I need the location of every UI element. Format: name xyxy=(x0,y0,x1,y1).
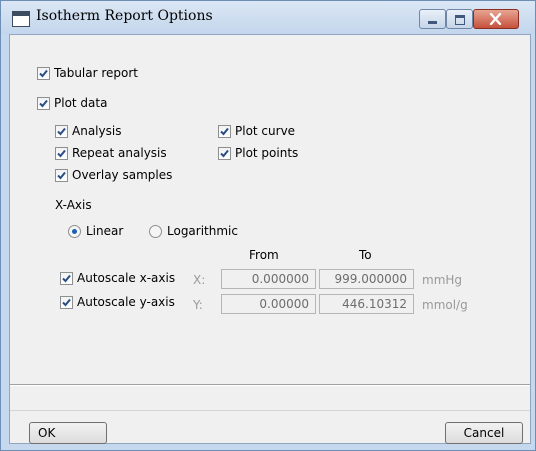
checkbox-box xyxy=(60,295,73,309)
divider xyxy=(10,385,530,386)
logarithmic-radio[interactable]: Logarithmic xyxy=(149,224,238,238)
autoscale-y-checkbox[interactable]: Autoscale y-axis xyxy=(60,295,175,309)
x-unit-label: mmHg xyxy=(422,273,463,287)
options-panel: Tabular report Plot data Analysis Repeat… xyxy=(10,35,530,384)
cancel-button-label: Cancel xyxy=(463,426,505,440)
autoscale-y-label: Autoscale y-axis xyxy=(77,295,175,309)
autoscale-x-label: Autoscale x-axis xyxy=(77,271,176,285)
linear-label: Linear xyxy=(86,224,124,238)
plot-points-label: Plot points xyxy=(235,146,299,160)
to-column-header: To xyxy=(359,248,372,262)
plot-curve-label: Plot curve xyxy=(235,124,296,138)
x-axis-letter: X: xyxy=(193,273,206,287)
ok-button[interactable]: OK xyxy=(29,422,107,444)
checkbox-box xyxy=(37,96,50,110)
cancel-button[interactable]: Cancel xyxy=(445,422,523,444)
analysis-label: Analysis xyxy=(72,124,122,138)
checkbox-box xyxy=(218,124,231,138)
dialog-window: Isotherm Report Options Tabular report P… xyxy=(0,0,536,451)
autoscale-x-checkbox[interactable]: Autoscale x-axis xyxy=(60,271,175,285)
analysis-checkbox[interactable]: Analysis xyxy=(55,124,121,138)
title-bar[interactable]: Isotherm Report Options xyxy=(1,1,535,34)
y-axis-letter: Y: xyxy=(193,298,203,312)
y-unit-label: mmol/g xyxy=(422,298,468,312)
close-icon xyxy=(489,13,502,25)
tabular-report-label: Tabular report xyxy=(54,66,139,80)
plot-points-checkbox[interactable]: Plot points xyxy=(218,146,298,160)
divider xyxy=(10,410,530,411)
checkbox-box xyxy=(55,146,68,160)
plot-data-checkbox[interactable]: Plot data xyxy=(37,96,107,110)
repeat-analysis-checkbox[interactable]: Repeat analysis xyxy=(55,146,167,160)
checkbox-box xyxy=(55,124,68,138)
overlay-samples-checkbox[interactable]: Overlay samples xyxy=(55,168,172,182)
radio-selected-indicator xyxy=(68,224,81,238)
dialog-body: Tabular report Plot data Analysis Repeat… xyxy=(9,34,531,444)
radio-indicator xyxy=(149,224,162,238)
linear-radio[interactable]: Linear xyxy=(68,224,123,238)
repeat-analysis-label: Repeat analysis xyxy=(72,146,167,160)
plot-curve-checkbox[interactable]: Plot curve xyxy=(218,124,295,138)
minimize-button[interactable] xyxy=(419,9,446,29)
overlay-samples-label: Overlay samples xyxy=(72,168,173,182)
x-from-field[interactable]: 0.000000 xyxy=(221,269,316,289)
y-to-field[interactable]: 446.10312 xyxy=(319,294,414,314)
minimize-icon xyxy=(428,21,437,24)
plot-data-label: Plot data xyxy=(54,96,108,110)
tabular-report-checkbox[interactable]: Tabular report xyxy=(37,66,138,80)
from-column-header: From xyxy=(249,248,279,262)
app-window-icon xyxy=(12,11,30,27)
x-axis-heading: X-Axis xyxy=(55,198,92,212)
maximize-button[interactable] xyxy=(446,9,473,29)
x-to-field[interactable]: 999.000000 xyxy=(319,269,414,289)
ok-button-label: OK xyxy=(38,426,56,440)
checkbox-box xyxy=(55,168,68,182)
logarithmic-label: Logarithmic xyxy=(167,224,238,238)
checkbox-box xyxy=(60,271,73,285)
maximize-icon xyxy=(455,15,465,25)
checkbox-box xyxy=(218,146,231,160)
y-from-field[interactable]: 0.00000 xyxy=(221,294,316,314)
close-button[interactable] xyxy=(473,9,519,29)
checkbox-box xyxy=(37,66,50,80)
window-title: Isotherm Report Options xyxy=(36,8,213,24)
